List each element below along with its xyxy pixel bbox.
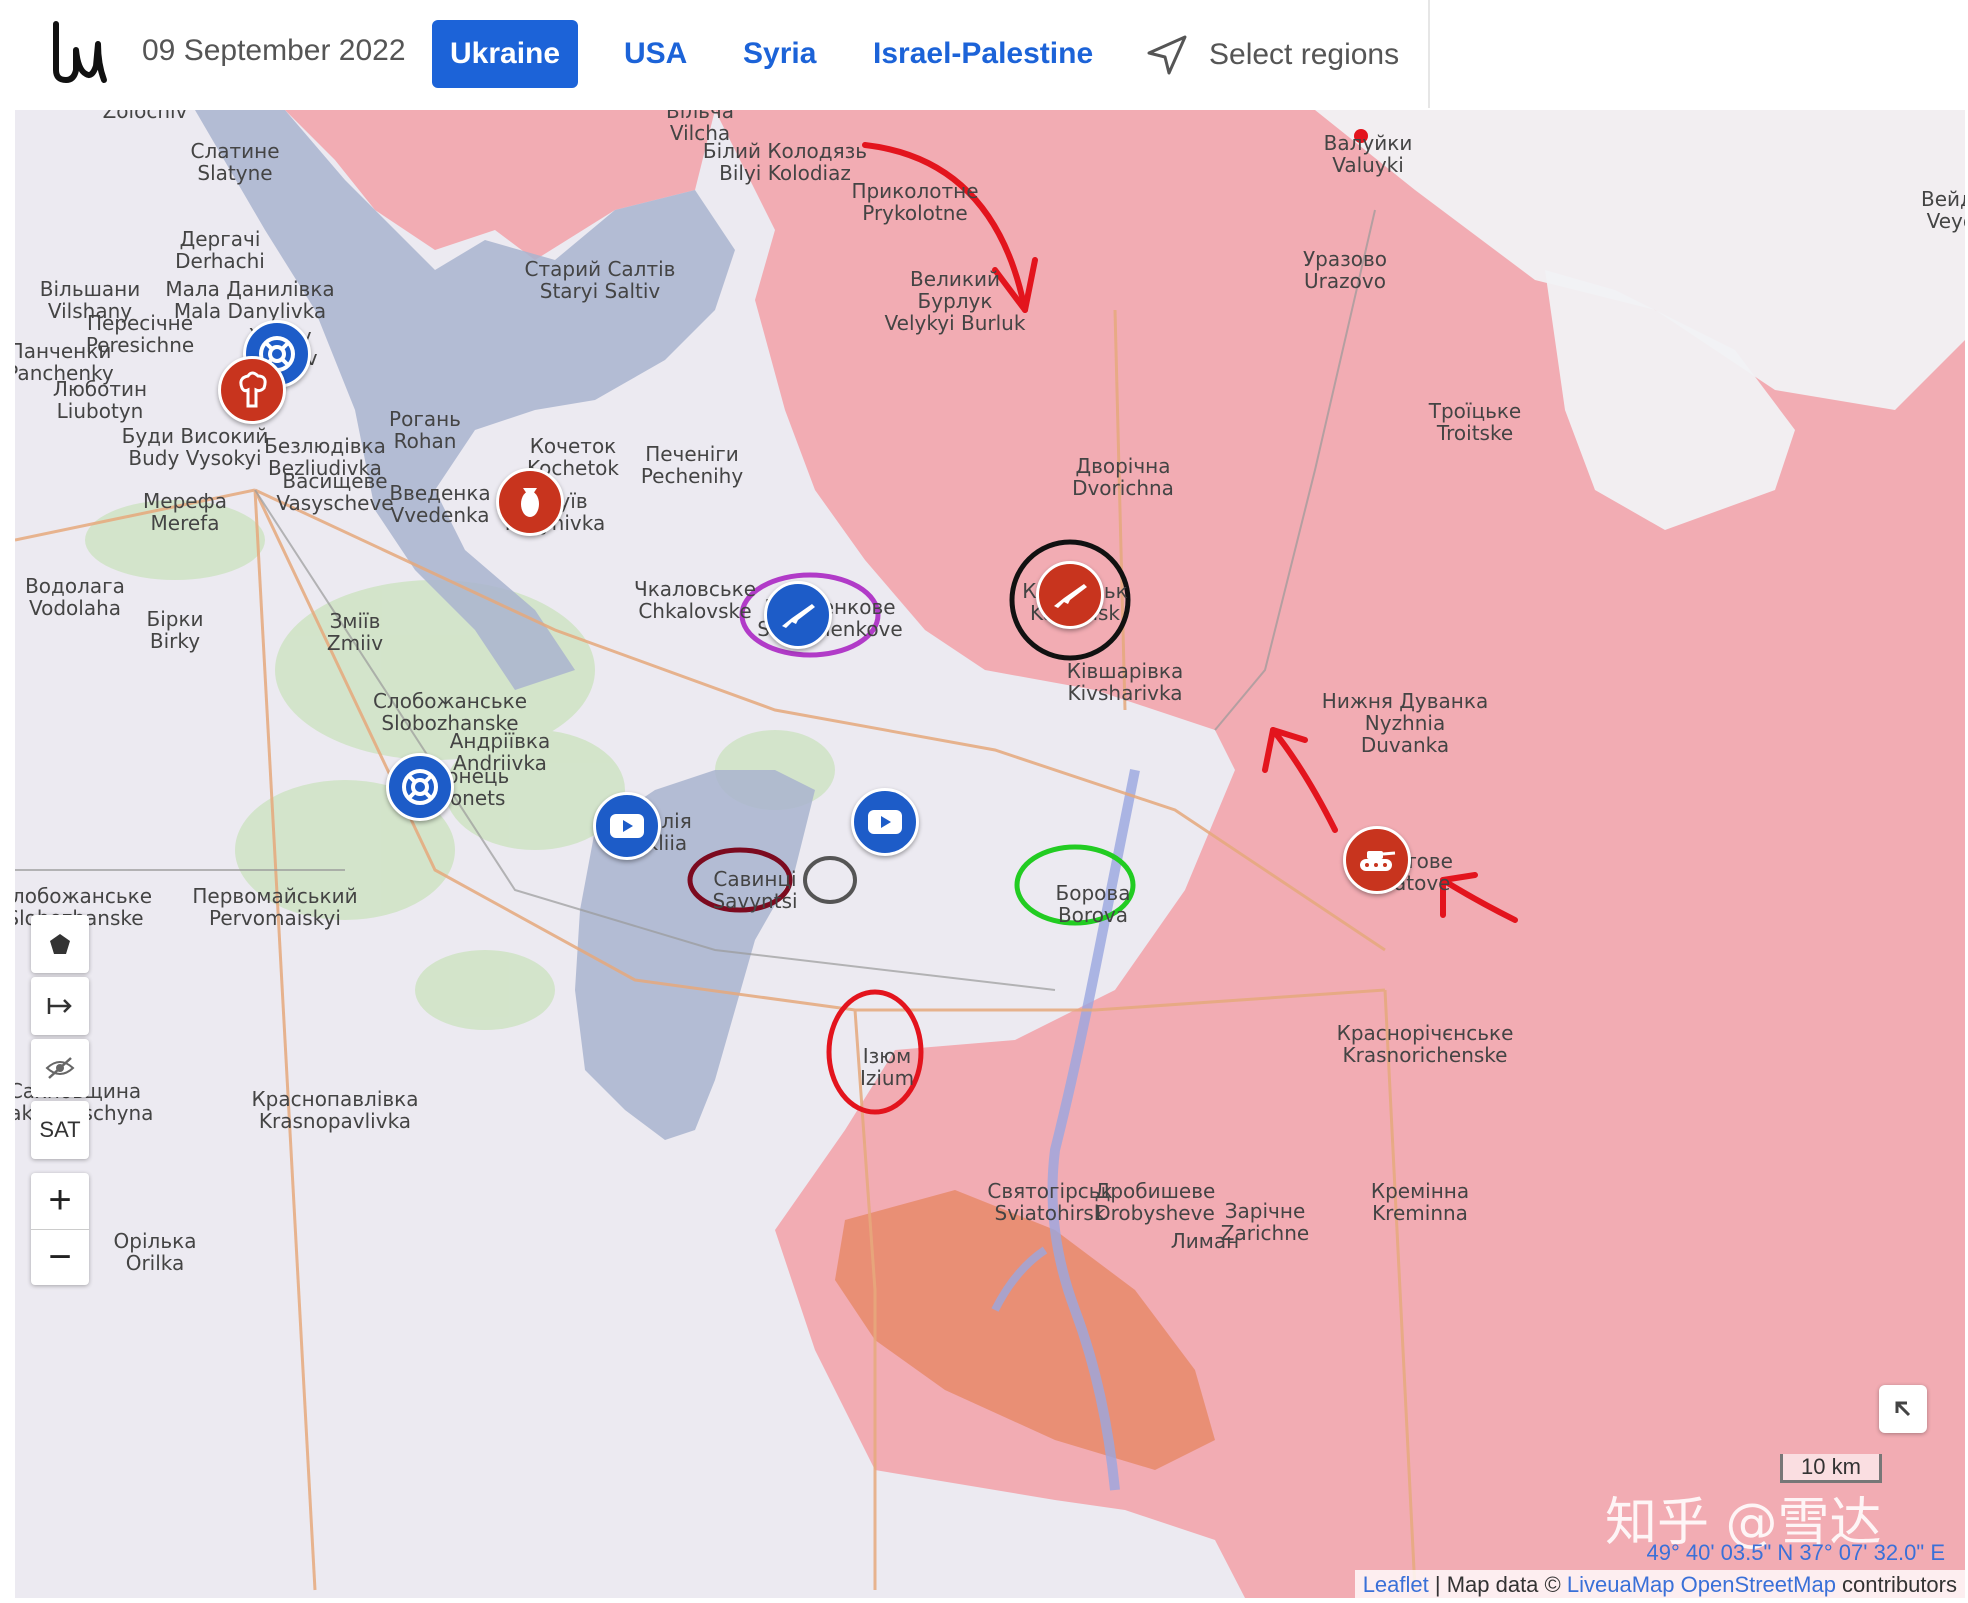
place-label: Лиман [1170, 1229, 1240, 1253]
place-label: Рогань Rohan [389, 407, 461, 453]
place-label: Мерефа Merefa [143, 489, 227, 535]
rifle-icon [778, 600, 818, 630]
place-label: Буди Високий Budy Vysokyi [121, 424, 269, 470]
kupiansk-rifle-marker[interactable] [1036, 561, 1104, 629]
liveuamap-logo[interactable] [48, 20, 108, 86]
place-label: Чкаловське Chkalovske [633, 577, 757, 623]
lifebuoy-icon [400, 767, 440, 807]
place-label: Слатине Slatyne [190, 139, 280, 185]
kharkiv-explosion-marker[interactable] [218, 356, 286, 424]
place-label: Білий Колодязь Bilyi Kolodiaz [702, 139, 868, 185]
zoom-out-button[interactable]: − [31, 1229, 89, 1285]
place-label: Орілька Orilka [113, 1229, 197, 1275]
osm-link[interactable]: OpenStreetMap [1681, 1572, 1836, 1597]
zoom-control: + − [31, 1173, 89, 1285]
tank-icon [1357, 845, 1397, 875]
pentagon-icon [50, 934, 70, 954]
tab-israel-palestine[interactable]: Israel-Palestine [855, 20, 1111, 88]
measure-button[interactable] [31, 977, 89, 1035]
tab-ukraine[interactable]: Ukraine [432, 20, 579, 88]
send-arrow-icon [1147, 35, 1187, 75]
place-label: Водолага Vodolaha [25, 574, 125, 620]
place-label: Борова Borova [1055, 881, 1131, 927]
place-label: Люботин Liubotyn [52, 377, 148, 423]
select-regions-button[interactable]: Select regions [1145, 30, 1399, 80]
top-nav: 09 September 2022 Ukraine USA Syria Isra… [0, 0, 1430, 108]
place-label: Дергачі Derhachi [175, 227, 265, 273]
cursor-coordinates: 49° 40' 03.5" N 37° 07' 32.0" E [1646, 1540, 1945, 1565]
attribution: Leaflet | Map data © LiveuaMap OpenStree… [1354, 1570, 1965, 1598]
savyntsi-video-marker[interactable] [851, 788, 919, 856]
place-label: Валуйки Valuyki [1323, 131, 1413, 177]
satellite-toggle[interactable]: SAT [31, 1101, 89, 1159]
place-label: Троїцьке Troitske [1428, 399, 1522, 445]
explosion-icon [234, 370, 270, 410]
video-icon [609, 813, 645, 839]
place-label: Васищеве Vasyscheve [276, 469, 394, 515]
place-label: Старий Салтів Staryi Saltiv [524, 257, 676, 303]
tab-usa[interactable]: USA [606, 20, 705, 88]
place-label: Введенка Vvedenka [389, 481, 491, 527]
place-label: Zolochiv [102, 110, 188, 123]
arrow-right-bar-icon [47, 998, 72, 1014]
balakliia-video-marker[interactable] [593, 792, 661, 860]
collapse-button[interactable] [1879, 1385, 1927, 1433]
bomb-icon [515, 482, 545, 522]
place-label: Ізюм Izium [859, 1044, 915, 1090]
place-label: Первомайський Pervomaiskyi [192, 884, 358, 930]
leaflet-link[interactable]: Leaflet [1363, 1572, 1429, 1597]
place-label: Слобожанське Slobozhanske [372, 689, 528, 735]
place-label: Дворічна Dvorichna [1072, 454, 1174, 500]
hide-markers-button[interactable] [31, 1039, 89, 1097]
place-label: Уразово Urazovo [1302, 247, 1388, 293]
place-label: Бірки Birky [146, 607, 204, 653]
zoom-in-button[interactable]: + [31, 1173, 89, 1229]
current-date: 09 September 2022 [142, 34, 406, 67]
header-divider [1428, 0, 1430, 108]
map-canvas[interactable]: Zolochiv Слатине Slatyne Вільча Vilcha Біли… [15, 110, 1965, 1598]
select-regions-label: Select regions [1209, 38, 1400, 71]
place-label: Савинці Savyntsi [712, 867, 798, 913]
rifle-icon [1050, 580, 1090, 610]
place-label: Ківшарівка Kivsharivka [1066, 659, 1184, 705]
place-label: Зміїв Zmiiv [326, 609, 384, 655]
place-label: Краснопавлівка Krasnopavlivka [251, 1087, 419, 1133]
chuhuiv-bomb-marker[interactable] [496, 468, 564, 536]
place-label: Вейдел Veydel [1921, 187, 1965, 233]
eye-off-icon [45, 1057, 75, 1079]
donets-humanitarian-marker[interactable] [386, 753, 454, 821]
tab-syria[interactable]: Syria [725, 20, 834, 88]
liveuamap-link[interactable]: LiveuaMap [1567, 1572, 1675, 1597]
attribution-contributors: contributors [1835, 1572, 1957, 1597]
place-label: Великий Бурлук Velykyi Burluk [884, 267, 1026, 335]
place-label: Нижня Дуванка Nyzhnia Duvanka [1321, 689, 1489, 757]
place-label: Кремінна Kreminna [1370, 1179, 1470, 1225]
svatove-tank-marker[interactable] [1343, 826, 1411, 894]
video-icon [867, 809, 903, 835]
place-label: Печеніги Pechenihy [640, 442, 744, 488]
draw-polygon-button[interactable] [31, 915, 89, 973]
scale-bar: 10 km [1780, 1454, 1882, 1483]
place-label: Дробишеве Drobysheve [1094, 1179, 1216, 1225]
place-label: Краснорічєнське Krasnorichenske [1336, 1021, 1514, 1067]
arrow-up-left-icon [1895, 1401, 1911, 1417]
shevchenkove-rifle-marker[interactable] [764, 581, 832, 649]
place-label: Приколотне Prykolotne [851, 179, 979, 225]
attribution-sep: | Map data © [1428, 1572, 1567, 1597]
